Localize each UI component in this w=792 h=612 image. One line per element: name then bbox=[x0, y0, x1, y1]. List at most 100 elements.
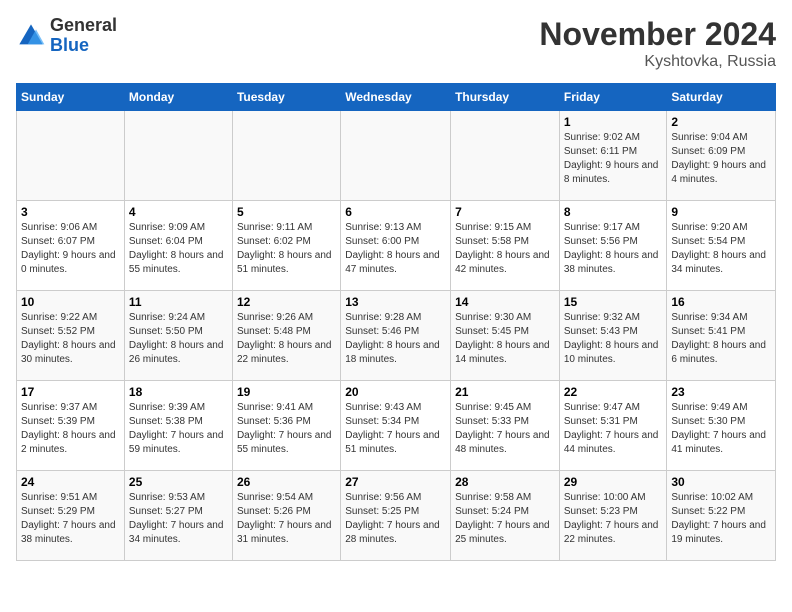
day-number: 3 bbox=[21, 205, 120, 219]
day-cell: 13 Sunrise: 9:28 AMSunset: 5:46 PMDayligh… bbox=[341, 291, 451, 381]
day-info: Sunrise: 9:53 AMSunset: 5:27 PMDaylight:… bbox=[129, 491, 228, 547]
day-info: Sunrise: 10:02 AMSunset: 5:22 PMDaylight… bbox=[671, 491, 771, 547]
day-cell: 25Sunrise: 9:53 AMSunset: 5:27 PMDayligh… bbox=[124, 471, 232, 561]
day-number: 6 bbox=[345, 205, 446, 219]
header-cell-friday: Friday bbox=[559, 84, 667, 111]
day-number: 23 bbox=[671, 385, 771, 399]
day-info: Sunrise: 9:32 AMSunset: 5:43 PMDaylight:… bbox=[564, 311, 663, 367]
header-row: SundayMondayTuesdayWednesdayThursdayFrid… bbox=[17, 84, 776, 111]
day-info: Sunrise: 9:02 AMSunset: 6:11 PMDaylight:… bbox=[564, 131, 663, 187]
day-info: Sunrise: 9:04 AMSunset: 6:09 PMDaylight:… bbox=[671, 131, 771, 187]
day-number: 7 bbox=[455, 205, 555, 219]
week-row-2: 3 Sunrise: 9:06 AMSunset: 6:07 PMDaylight… bbox=[17, 201, 776, 291]
day-number: 11 bbox=[129, 295, 228, 309]
day-cell: 8 Sunrise: 9:17 AMSunset: 5:56 PMDaylight… bbox=[559, 201, 667, 291]
day-cell: 30 Sunrise: 10:02 AMSunset: 5:22 PMDaylig… bbox=[667, 471, 776, 561]
day-cell: 12 Sunrise: 9:26 AMSunset: 5:48 PMDayligh… bbox=[232, 291, 340, 381]
day-number: 12 bbox=[237, 295, 336, 309]
day-cell bbox=[124, 111, 232, 201]
day-cell: 29 Sunrise: 10:00 AMSunset: 5:23 PMDaylig… bbox=[559, 471, 667, 561]
day-number: 1 bbox=[564, 115, 663, 129]
day-cell: 15Sunrise: 9:32 AMSunset: 5:43 PMDayligh… bbox=[559, 291, 667, 381]
calendar: SundayMondayTuesdayWednesdayThursdayFrid… bbox=[16, 83, 776, 561]
day-info: Sunrise: 9:56 AMSunset: 5:25 PMDaylight:… bbox=[345, 491, 446, 547]
day-info: Sunrise: 9:45 AMSunset: 5:33 PMDaylight:… bbox=[455, 401, 555, 457]
location: Kyshtovka, Russia bbox=[539, 53, 776, 71]
day-cell bbox=[341, 111, 451, 201]
day-cell: 1 Sunrise: 9:02 AMSunset: 6:11 PMDaylight… bbox=[559, 111, 667, 201]
day-cell: 11 Sunrise: 9:24 AMSunset: 5:50 PMDayligh… bbox=[124, 291, 232, 381]
logo-blue: Blue bbox=[50, 35, 89, 55]
day-number: 30 bbox=[671, 475, 771, 489]
logo-text: General Blue bbox=[50, 16, 117, 56]
week-row-1: 1 Sunrise: 9:02 AMSunset: 6:11 PMDaylight… bbox=[17, 111, 776, 201]
day-number: 20 bbox=[345, 385, 446, 399]
day-number: 10 bbox=[21, 295, 120, 309]
week-row-4: 17 Sunrise: 9:37 AMSunset: 5:39 PMDayligh… bbox=[17, 381, 776, 471]
month-title: November 2024 bbox=[539, 16, 776, 53]
day-cell bbox=[451, 111, 560, 201]
day-cell: 19 Sunrise: 9:41 AMSunset: 5:36 PMDayligh… bbox=[232, 381, 340, 471]
day-info: Sunrise: 9:41 AMSunset: 5:36 PMDaylight:… bbox=[237, 401, 336, 457]
day-cell: 18Sunrise: 9:39 AMSunset: 5:38 PMDayligh… bbox=[124, 381, 232, 471]
day-cell: 21 Sunrise: 9:45 AMSunset: 5:33 PMDayligh… bbox=[451, 381, 560, 471]
day-info: Sunrise: 9:37 AMSunset: 5:39 PMDaylight:… bbox=[21, 401, 120, 457]
day-cell bbox=[17, 111, 125, 201]
day-number: 8 bbox=[564, 205, 663, 219]
day-info: Sunrise: 9:28 AMSunset: 5:46 PMDaylight:… bbox=[345, 311, 446, 367]
day-info: Sunrise: 9:13 AMSunset: 6:00 PMDaylight:… bbox=[345, 221, 446, 277]
header-cell-thursday: Thursday bbox=[451, 84, 560, 111]
day-info: Sunrise: 9:20 AMSunset: 5:54 PMDaylight:… bbox=[671, 221, 771, 277]
header-cell-monday: Monday bbox=[124, 84, 232, 111]
day-cell: 24Sunrise: 9:51 AMSunset: 5:29 PMDayligh… bbox=[17, 471, 125, 561]
day-info: Sunrise: 9:51 AMSunset: 5:29 PMDaylight:… bbox=[21, 491, 120, 547]
day-number: 26 bbox=[237, 475, 336, 489]
day-info: Sunrise: 9:49 AMSunset: 5:30 PMDaylight:… bbox=[671, 401, 771, 457]
day-cell: 7 Sunrise: 9:15 AMSunset: 5:58 PMDaylight… bbox=[451, 201, 560, 291]
day-cell: 22 Sunrise: 9:47 AMSunset: 5:31 PMDayligh… bbox=[559, 381, 667, 471]
day-number: 18 bbox=[129, 385, 228, 399]
day-number: 5 bbox=[237, 205, 336, 219]
day-number: 2 bbox=[671, 115, 771, 129]
day-info: Sunrise: 9:30 AMSunset: 5:45 PMDaylight:… bbox=[455, 311, 555, 367]
day-info: Sunrise: 9:06 AMSunset: 6:07 PMDaylight:… bbox=[21, 221, 120, 277]
title-block: November 2024 Kyshtovka, Russia bbox=[539, 16, 776, 71]
logo-icon bbox=[16, 21, 46, 51]
day-number: 16 bbox=[671, 295, 771, 309]
header-cell-sunday: Sunday bbox=[17, 84, 125, 111]
day-info: Sunrise: 9:09 AMSunset: 6:04 PMDaylight:… bbox=[129, 221, 228, 277]
day-info: Sunrise: 10:00 AMSunset: 5:23 PMDaylight… bbox=[564, 491, 663, 547]
day-cell: 26 Sunrise: 9:54 AMSunset: 5:26 PMDayligh… bbox=[232, 471, 340, 561]
day-number: 13 bbox=[345, 295, 446, 309]
header-cell-tuesday: Tuesday bbox=[232, 84, 340, 111]
page-header: General Blue November 2024 Kyshtovka, Ru… bbox=[16, 16, 776, 71]
day-number: 21 bbox=[455, 385, 555, 399]
header-cell-saturday: Saturday bbox=[667, 84, 776, 111]
day-cell: 10Sunrise: 9:22 AMSunset: 5:52 PMDayligh… bbox=[17, 291, 125, 381]
day-cell: 5Sunrise: 9:11 AMSunset: 6:02 PMDaylight… bbox=[232, 201, 340, 291]
day-info: Sunrise: 9:24 AMSunset: 5:50 PMDaylight:… bbox=[129, 311, 228, 367]
day-info: Sunrise: 9:34 AMSunset: 5:41 PMDaylight:… bbox=[671, 311, 771, 367]
day-cell: 14 Sunrise: 9:30 AMSunset: 5:45 PMDayligh… bbox=[451, 291, 560, 381]
day-info: Sunrise: 9:15 AMSunset: 5:58 PMDaylight:… bbox=[455, 221, 555, 277]
day-cell bbox=[232, 111, 340, 201]
day-info: Sunrise: 9:47 AMSunset: 5:31 PMDaylight:… bbox=[564, 401, 663, 457]
day-cell: 3 Sunrise: 9:06 AMSunset: 6:07 PMDaylight… bbox=[17, 201, 125, 291]
day-number: 29 bbox=[564, 475, 663, 489]
day-number: 17 bbox=[21, 385, 120, 399]
day-cell: 28Sunrise: 9:58 AMSunset: 5:24 PMDayligh… bbox=[451, 471, 560, 561]
calendar-header: SundayMondayTuesdayWednesdayThursdayFrid… bbox=[17, 84, 776, 111]
day-info: Sunrise: 9:17 AMSunset: 5:56 PMDaylight:… bbox=[564, 221, 663, 277]
day-number: 19 bbox=[237, 385, 336, 399]
day-number: 22 bbox=[564, 385, 663, 399]
calendar-body: 1 Sunrise: 9:02 AMSunset: 6:11 PMDaylight… bbox=[17, 111, 776, 561]
day-cell: 6 Sunrise: 9:13 AMSunset: 6:00 PMDaylight… bbox=[341, 201, 451, 291]
day-info: Sunrise: 9:54 AMSunset: 5:26 PMDaylight:… bbox=[237, 491, 336, 547]
header-cell-wednesday: Wednesday bbox=[341, 84, 451, 111]
day-number: 14 bbox=[455, 295, 555, 309]
day-cell: 2 Sunrise: 9:04 AMSunset: 6:09 PMDaylight… bbox=[667, 111, 776, 201]
day-cell: 9Sunrise: 9:20 AMSunset: 5:54 PMDaylight… bbox=[667, 201, 776, 291]
day-number: 27 bbox=[345, 475, 446, 489]
week-row-5: 24Sunrise: 9:51 AMSunset: 5:29 PMDayligh… bbox=[17, 471, 776, 561]
day-info: Sunrise: 9:26 AMSunset: 5:48 PMDaylight:… bbox=[237, 311, 336, 367]
